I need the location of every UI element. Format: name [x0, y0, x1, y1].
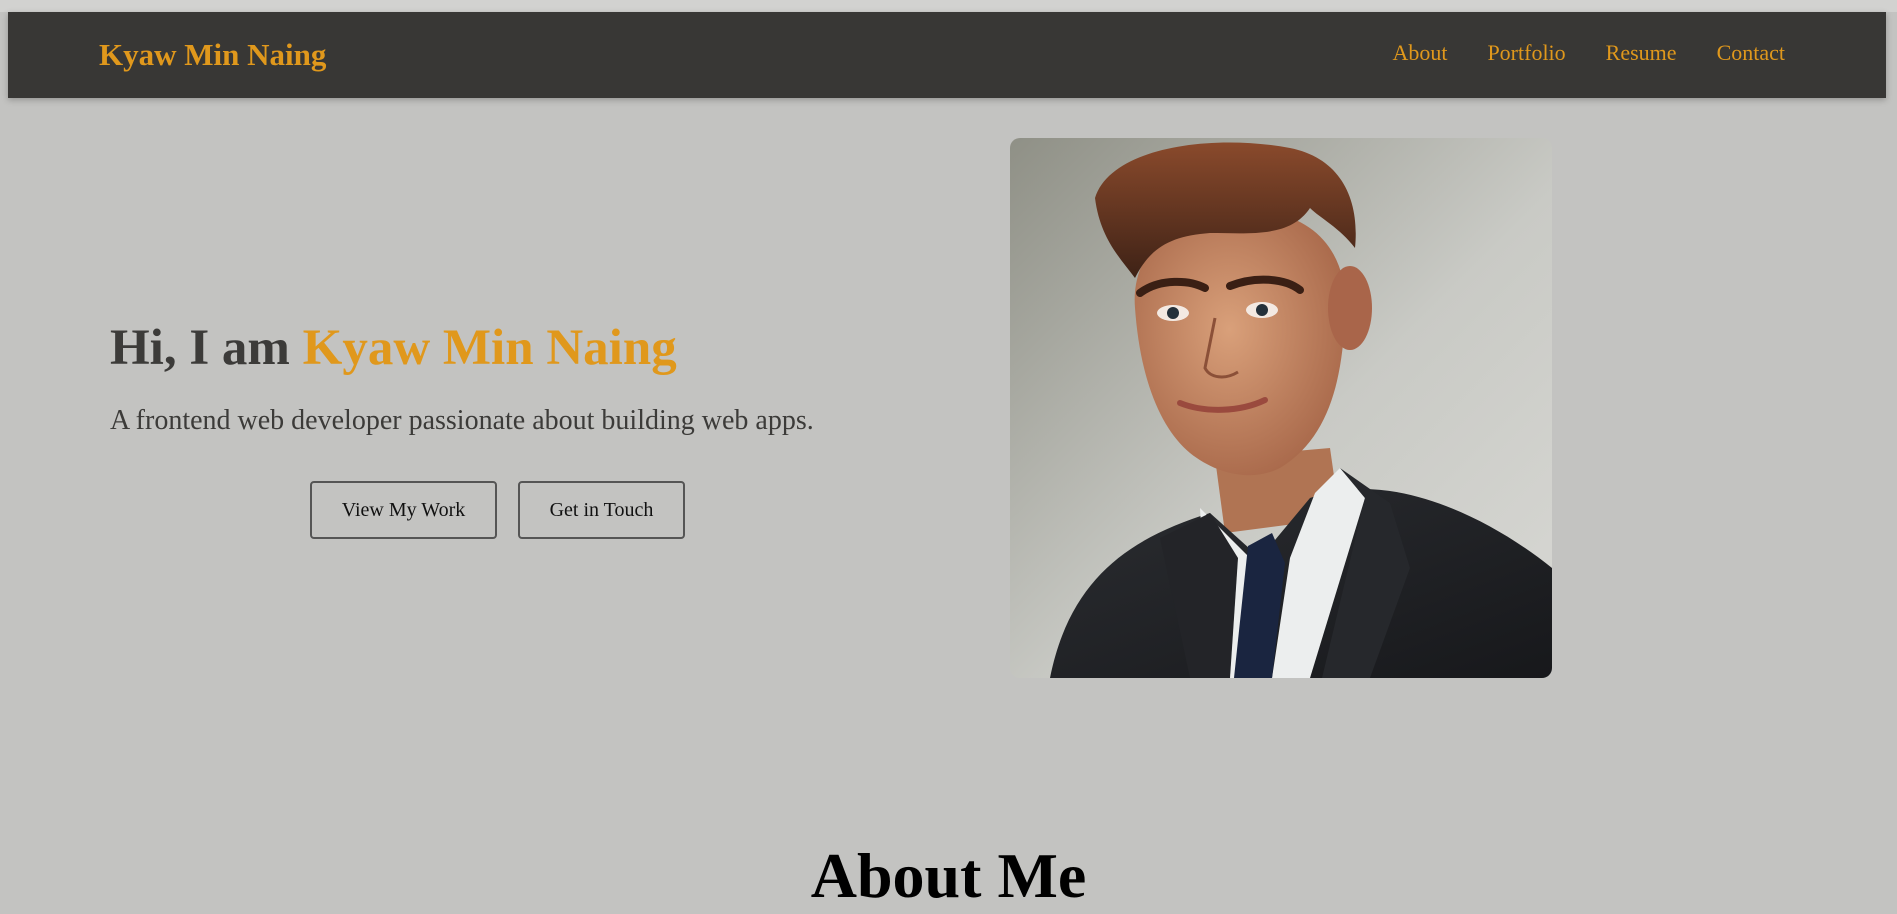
nav-link-resume[interactable]: Resume [1606, 40, 1677, 66]
nav-link-about[interactable]: About [1392, 40, 1447, 66]
hero-subtitle: A frontend web developer passionate abou… [110, 405, 814, 436]
nav-link-portfolio[interactable]: Portfolio [1487, 40, 1565, 66]
page: Kyaw Min Naing About Portfolio Resume Co… [0, 0, 1897, 914]
get-in-touch-button[interactable]: Get in Touch [518, 481, 685, 539]
view-my-work-button[interactable]: View My Work [310, 481, 497, 539]
nav-link-contact[interactable]: Contact [1717, 40, 1785, 66]
browser-top-strip [0, 0, 1897, 12]
profile-photo-illustration [1010, 138, 1552, 678]
profile-photo [1010, 138, 1552, 678]
hero-greeting: Hi, I am [110, 320, 303, 376]
brand-logo[interactable]: Kyaw Min Naing [99, 36, 326, 73]
nav-links: About Portfolio Resume Contact [1392, 40, 1785, 66]
about-section-title: About Me [810, 840, 1087, 911]
hero-title: Hi, I am Kyaw Min Naing [110, 318, 677, 379]
hero-name: Kyaw Min Naing [302, 320, 677, 376]
navbar: Kyaw Min Naing About Portfolio Resume Co… [8, 12, 1886, 98]
